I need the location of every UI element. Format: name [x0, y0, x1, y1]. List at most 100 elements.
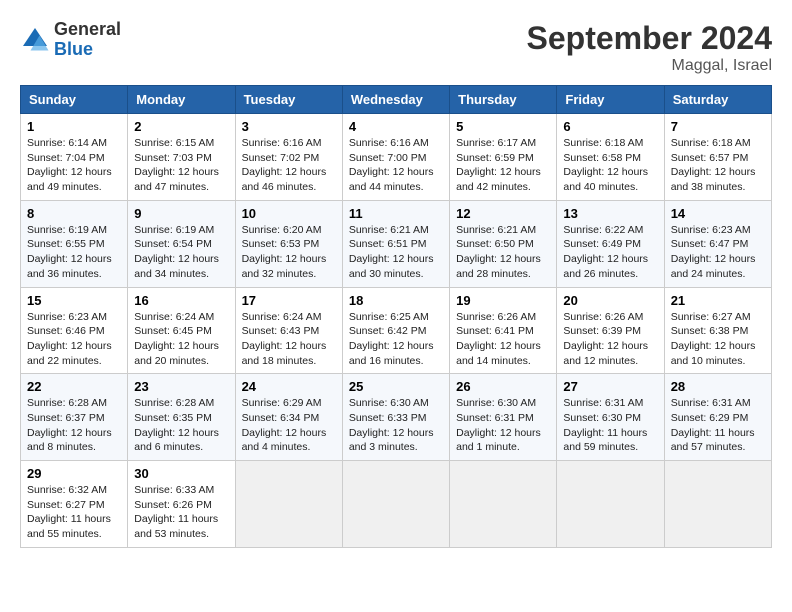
day-info: Sunrise: 6:23 AM Sunset: 6:46 PM Dayligh… [27, 310, 121, 369]
day-number: 9 [134, 206, 228, 221]
col-header-thursday: Thursday [450, 86, 557, 114]
day-number: 29 [27, 466, 121, 481]
logo: General Blue [20, 20, 121, 60]
day-number: 30 [134, 466, 228, 481]
day-info: Sunrise: 6:15 AM Sunset: 7:03 PM Dayligh… [134, 136, 228, 195]
day-number: 2 [134, 119, 228, 134]
day-number: 5 [456, 119, 550, 134]
day-number: 8 [27, 206, 121, 221]
calendar-cell: 25Sunrise: 6:30 AM Sunset: 6:33 PM Dayli… [342, 374, 449, 461]
day-number: 25 [349, 379, 443, 394]
calendar-cell: 6Sunrise: 6:18 AM Sunset: 6:58 PM Daylig… [557, 114, 664, 201]
day-number: 26 [456, 379, 550, 394]
col-header-sunday: Sunday [21, 86, 128, 114]
location: Maggal, Israel [527, 57, 772, 75]
day-number: 14 [671, 206, 765, 221]
calendar-week-5: 29 Sunrise: 6:32 AM Sunset: 6:27 PM Dayli… [21, 461, 772, 548]
day-info: Sunrise: 6:26 AM Sunset: 6:41 PM Dayligh… [456, 310, 550, 369]
day-info: Sunrise: 6:18 AM Sunset: 6:58 PM Dayligh… [563, 136, 657, 195]
calendar-cell: 2 Sunrise: 6:15 AM Sunset: 7:03 PM Daylig… [128, 114, 235, 201]
day-info: Sunrise: 6:27 AM Sunset: 6:38 PM Dayligh… [671, 310, 765, 369]
day-number: 24 [242, 379, 336, 394]
calendar-cell: 26 Sunrise: 6:30 AM Sunset: 6:31 PM Dayli… [450, 374, 557, 461]
calendar-cell: 13Sunrise: 6:22 AM Sunset: 6:49 PM Dayli… [557, 200, 664, 287]
col-header-friday: Friday [557, 86, 664, 114]
calendar-cell: 28 Sunrise: 6:31 AM Sunset: 6:29 PM Dayli… [664, 374, 771, 461]
calendar-table: SundayMondayTuesdayWednesdayThursdayFrid… [20, 85, 772, 548]
col-header-tuesday: Tuesday [235, 86, 342, 114]
day-number: 28 [671, 379, 765, 394]
day-info: Sunrise: 6:19 AM Sunset: 6:55 PM Dayligh… [27, 223, 121, 282]
day-number: 20 [563, 293, 657, 308]
day-number: 21 [671, 293, 765, 308]
calendar-cell: 12Sunrise: 6:21 AM Sunset: 6:50 PM Dayli… [450, 200, 557, 287]
calendar-week-3: 15Sunrise: 6:23 AM Sunset: 6:46 PM Dayli… [21, 287, 772, 374]
page-header: General Blue September 2024 Maggal, Isra… [20, 20, 772, 75]
title-block: September 2024 Maggal, Israel [527, 20, 772, 75]
day-info: Sunrise: 6:26 AM Sunset: 6:39 PM Dayligh… [563, 310, 657, 369]
day-number: 17 [242, 293, 336, 308]
calendar-cell: 19Sunrise: 6:26 AM Sunset: 6:41 PM Dayli… [450, 287, 557, 374]
day-info: Sunrise: 6:24 AM Sunset: 6:45 PM Dayligh… [134, 310, 228, 369]
calendar-cell: 3Sunrise: 6:16 AM Sunset: 7:02 PM Daylig… [235, 114, 342, 201]
calendar-cell [664, 461, 771, 548]
calendar-cell: 5 Sunrise: 6:17 AM Sunset: 6:59 PM Daylig… [450, 114, 557, 201]
calendar-cell: 15Sunrise: 6:23 AM Sunset: 6:46 PM Dayli… [21, 287, 128, 374]
day-number: 23 [134, 379, 228, 394]
day-info: Sunrise: 6:18 AM Sunset: 6:57 PM Dayligh… [671, 136, 765, 195]
day-info: Sunrise: 6:23 AM Sunset: 6:47 PM Dayligh… [671, 223, 765, 282]
day-number: 7 [671, 119, 765, 134]
logo-general-text: General [54, 19, 121, 39]
calendar-week-4: 22Sunrise: 6:28 AM Sunset: 6:37 PM Dayli… [21, 374, 772, 461]
calendar-cell: 14 Sunrise: 6:23 AM Sunset: 6:47 PM Dayli… [664, 200, 771, 287]
day-number: 10 [242, 206, 336, 221]
day-info: Sunrise: 6:24 AM Sunset: 6:43 PM Dayligh… [242, 310, 336, 369]
day-info: Sunrise: 6:32 AM Sunset: 6:27 PM Dayligh… [27, 483, 121, 542]
col-header-wednesday: Wednesday [342, 86, 449, 114]
day-number: 1 [27, 119, 121, 134]
day-info: Sunrise: 6:33 AM Sunset: 6:26 PM Dayligh… [134, 483, 228, 542]
calendar-week-2: 8 Sunrise: 6:19 AM Sunset: 6:55 PM Daylig… [21, 200, 772, 287]
calendar-cell: 29 Sunrise: 6:32 AM Sunset: 6:27 PM Dayli… [21, 461, 128, 548]
calendar-cell: 8 Sunrise: 6:19 AM Sunset: 6:55 PM Daylig… [21, 200, 128, 287]
day-info: Sunrise: 6:17 AM Sunset: 6:59 PM Dayligh… [456, 136, 550, 195]
day-number: 11 [349, 206, 443, 221]
calendar-week-1: 1Sunrise: 6:14 AM Sunset: 7:04 PM Daylig… [21, 114, 772, 201]
day-number: 22 [27, 379, 121, 394]
calendar-cell: 1Sunrise: 6:14 AM Sunset: 7:04 PM Daylig… [21, 114, 128, 201]
day-info: Sunrise: 6:21 AM Sunset: 6:51 PM Dayligh… [349, 223, 443, 282]
calendar-cell: 11 Sunrise: 6:21 AM Sunset: 6:51 PM Dayli… [342, 200, 449, 287]
calendar-cell: 9 Sunrise: 6:19 AM Sunset: 6:54 PM Daylig… [128, 200, 235, 287]
calendar-cell: 21 Sunrise: 6:27 AM Sunset: 6:38 PM Dayli… [664, 287, 771, 374]
day-info: Sunrise: 6:16 AM Sunset: 7:00 PM Dayligh… [349, 136, 443, 195]
calendar-cell: 24 Sunrise: 6:29 AM Sunset: 6:34 PM Dayli… [235, 374, 342, 461]
col-header-saturday: Saturday [664, 86, 771, 114]
day-number: 27 [563, 379, 657, 394]
day-number: 13 [563, 206, 657, 221]
calendar-cell [557, 461, 664, 548]
day-info: Sunrise: 6:20 AM Sunset: 6:53 PM Dayligh… [242, 223, 336, 282]
calendar-cell: 23 Sunrise: 6:28 AM Sunset: 6:35 PM Dayli… [128, 374, 235, 461]
calendar-cell [450, 461, 557, 548]
day-info: Sunrise: 6:30 AM Sunset: 6:31 PM Dayligh… [456, 396, 550, 455]
day-number: 12 [456, 206, 550, 221]
day-info: Sunrise: 6:29 AM Sunset: 6:34 PM Dayligh… [242, 396, 336, 455]
day-info: Sunrise: 6:19 AM Sunset: 6:54 PM Dayligh… [134, 223, 228, 282]
calendar-cell: 22Sunrise: 6:28 AM Sunset: 6:37 PM Dayli… [21, 374, 128, 461]
col-header-monday: Monday [128, 86, 235, 114]
logo-icon [20, 25, 50, 55]
logo-blue-text: Blue [54, 39, 93, 59]
calendar-cell: 7 Sunrise: 6:18 AM Sunset: 6:57 PM Daylig… [664, 114, 771, 201]
day-info: Sunrise: 6:25 AM Sunset: 6:42 PM Dayligh… [349, 310, 443, 369]
calendar-header: SundayMondayTuesdayWednesdayThursdayFrid… [21, 86, 772, 114]
calendar-cell: 20 Sunrise: 6:26 AM Sunset: 6:39 PM Dayli… [557, 287, 664, 374]
calendar-cell: 16Sunrise: 6:24 AM Sunset: 6:45 PM Dayli… [128, 287, 235, 374]
calendar-cell [342, 461, 449, 548]
day-number: 3 [242, 119, 336, 134]
day-info: Sunrise: 6:28 AM Sunset: 6:35 PM Dayligh… [134, 396, 228, 455]
day-info: Sunrise: 6:31 AM Sunset: 6:29 PM Dayligh… [671, 396, 765, 455]
day-number: 4 [349, 119, 443, 134]
calendar-cell: 17 Sunrise: 6:24 AM Sunset: 6:43 PM Dayli… [235, 287, 342, 374]
calendar-cell: 30 Sunrise: 6:33 AM Sunset: 6:26 PM Dayli… [128, 461, 235, 548]
calendar-cell: 18Sunrise: 6:25 AM Sunset: 6:42 PM Dayli… [342, 287, 449, 374]
